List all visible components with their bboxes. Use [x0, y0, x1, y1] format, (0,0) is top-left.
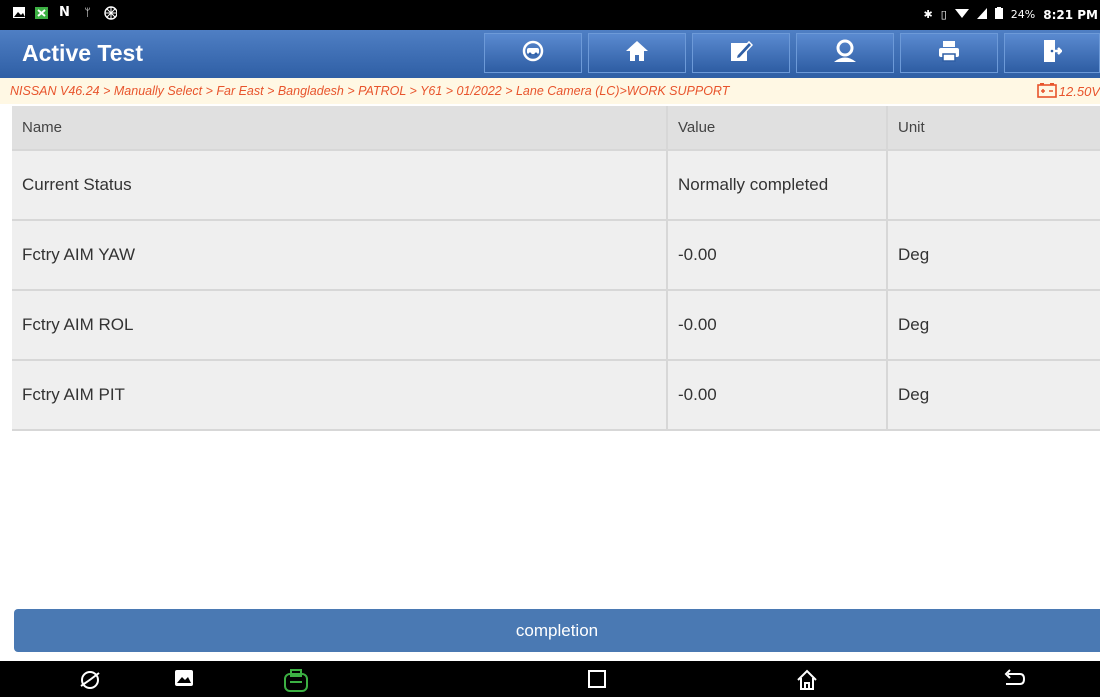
row-unit — [888, 151, 1100, 219]
row-value: Normally completed — [668, 151, 888, 219]
table-row[interactable]: Fctry AIM ROL -0.00 Deg — [12, 291, 1100, 361]
row-value: -0.00 — [668, 221, 888, 289]
browser-icon[interactable] — [79, 669, 101, 691]
breadcrumb: NISSAN V46.24 > Manually Select > Far Ea… — [10, 84, 730, 98]
voltage-value: 12.50V — [1058, 84, 1100, 99]
column-header-value: Value — [668, 106, 888, 149]
vehicle-menu-icon — [522, 40, 544, 67]
app-header: Active Test — [0, 30, 1100, 79]
bluetooth-icon: ✱ — [923, 8, 933, 21]
shutter-icon — [104, 5, 117, 20]
column-header-name: Name — [12, 106, 668, 149]
print-button[interactable] — [900, 33, 998, 73]
row-name: Fctry AIM ROL — [12, 291, 668, 359]
row-name: Fctry AIM PIT — [12, 361, 668, 429]
vibrate-icon: ▯ — [940, 8, 947, 21]
wifi-icon — [954, 8, 969, 22]
table-header: Name Value Unit — [12, 106, 1100, 151]
row-name: Fctry AIM YAW — [12, 221, 668, 289]
page-title: Active Test — [22, 40, 144, 66]
table-row[interactable]: Fctry AIM PIT -0.00 Deg — [12, 361, 1100, 431]
home-nav-icon[interactable] — [796, 669, 818, 691]
back-icon[interactable] — [1003, 669, 1025, 689]
table-row[interactable]: Current Status Normally completed — [12, 151, 1100, 221]
vehicle-menu-button[interactable] — [484, 33, 582, 73]
gallery-icon[interactable] — [174, 669, 194, 687]
status-bar: N ᛘ ✱ ▯ 24% 8:21 PM — [0, 0, 1100, 30]
row-value: -0.00 — [668, 291, 888, 359]
clock: 8:21 PM — [1043, 7, 1098, 22]
user-button[interactable] — [796, 33, 894, 73]
vci-icon[interactable] — [283, 669, 309, 693]
table-row[interactable]: Fctry AIM YAW -0.00 Deg — [12, 221, 1100, 291]
signal-icon — [976, 7, 987, 22]
completion-button[interactable]: completion — [14, 609, 1100, 652]
navigation-bar — [0, 661, 1100, 697]
edit-icon — [729, 39, 754, 68]
home-button[interactable] — [588, 33, 686, 73]
usb-icon: ᛘ — [84, 6, 91, 19]
edit-button[interactable] — [692, 33, 790, 73]
row-unit: Deg — [898, 315, 930, 334]
exit-button[interactable] — [1004, 33, 1100, 73]
print-icon — [938, 40, 960, 67]
app-icon — [35, 6, 48, 19]
status-left-icons: N ᛘ — [12, 5, 117, 20]
user-icon — [832, 39, 858, 68]
recents-icon[interactable] — [587, 669, 607, 689]
breadcrumb-bar: NISSAN V46.24 > Manually Select > Far Ea… — [0, 78, 1100, 104]
row-value: -0.00 — [668, 361, 888, 429]
battery-icon — [994, 7, 1003, 22]
row-unit: Deg — [898, 245, 930, 264]
column-header-unit: Unit — [898, 119, 925, 136]
n-icon: N — [59, 5, 70, 20]
image-icon — [12, 6, 25, 19]
exit-icon — [1042, 39, 1063, 68]
row-unit: Deg — [898, 385, 930, 404]
work-support-table: Name Value Unit Current Status Normally … — [12, 106, 1100, 431]
home-icon — [625, 40, 649, 67]
car-battery-icon — [1036, 82, 1057, 101]
battery-percent: 24% — [1010, 8, 1036, 21]
status-right-icons: ✱ ▯ 24% 8:21 PM — [923, 7, 1098, 22]
row-name: Current Status — [12, 151, 668, 219]
voltage-indicator: 12.50V — [1036, 82, 1100, 101]
